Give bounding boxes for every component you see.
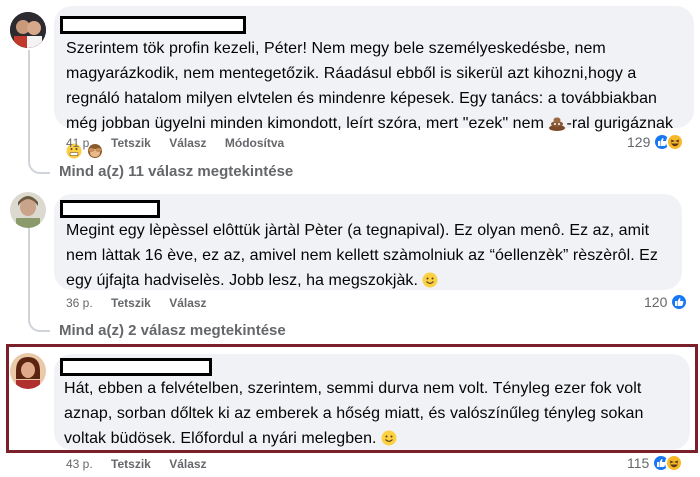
timestamp[interactable]: 43 p.	[66, 457, 93, 471]
view-replies-link[interactable]: Mind a(z) 2 válasz megtekintése	[59, 322, 286, 339]
timestamp[interactable]: 41 p.	[66, 136, 93, 150]
author-name-redacted[interactable]	[60, 358, 212, 376]
like-link[interactable]: Tetszik	[111, 457, 151, 471]
comment-meta: 41 p. Tetszik Válasz Módosítva	[66, 136, 299, 150]
comment-meta: 36 p. Tetszik Válasz	[66, 296, 222, 310]
reaction-summary[interactable]: 115	[627, 454, 684, 472]
poop-emoji	[548, 114, 566, 139]
comment-text: Megint egy lèpèssel elôttük jàrtàl Pèter…	[66, 218, 676, 296]
haha-reaction-icon	[666, 133, 685, 151]
thread-curve	[28, 156, 50, 174]
like-link[interactable]: Tetszik	[111, 296, 151, 310]
like-link[interactable]: Tetszik	[111, 136, 151, 150]
avatar[interactable]	[10, 192, 46, 228]
smile-emoji	[381, 429, 397, 454]
author-name-redacted[interactable]	[60, 200, 160, 218]
view-replies-link[interactable]: Mind a(z) 11 válasz megtekintése	[59, 163, 293, 180]
comment-bubble: Hát, ebben a felvételben, szerintem, sem…	[54, 354, 690, 450]
thread-curve	[28, 314, 50, 332]
author-name-redacted[interactable]	[60, 16, 246, 34]
reaction-count: 115	[627, 455, 650, 471]
reply-link[interactable]: Válasz	[169, 457, 206, 471]
comment-3: Hát, ebben a felvételben, szerintem, sem…	[0, 340, 700, 477]
edited-label[interactable]: Módosítva	[225, 136, 284, 150]
comment-text: Hát, ebben a felvételben, szerintem, sem…	[64, 376, 686, 454]
thread-line	[28, 50, 30, 158]
reaction-count: 129	[627, 134, 651, 150]
timestamp[interactable]: 36 p.	[66, 296, 93, 310]
smile-emoji	[422, 271, 438, 296]
reply-link[interactable]: Válasz	[169, 136, 206, 150]
avatar[interactable]	[10, 12, 46, 48]
haha-reaction-icon	[665, 454, 684, 472]
comment-bubble: Megint egy lèpèssel elôttük jàrtàl Pèter…	[54, 194, 682, 290]
comment-1: Szerintem tök profin kezeli, Péter! Nem …	[0, 0, 700, 200]
reaction-count: 120	[644, 294, 668, 310]
comment-2: Megint egy lèpèssel elôttük jàrtàl Pèter…	[0, 190, 700, 340]
like-reaction-icon	[670, 293, 689, 311]
reaction-summary[interactable]: 129	[627, 133, 685, 151]
reaction-summary[interactable]: 120	[644, 293, 689, 311]
thread-line	[28, 228, 30, 316]
avatar[interactable]	[10, 353, 46, 389]
comment-meta: 43 p. Tetszik Válasz	[66, 457, 222, 471]
reply-link[interactable]: Válasz	[169, 296, 206, 310]
comment-bubble: Szerintem tök profin kezeli, Péter! Nem …	[54, 6, 694, 159]
